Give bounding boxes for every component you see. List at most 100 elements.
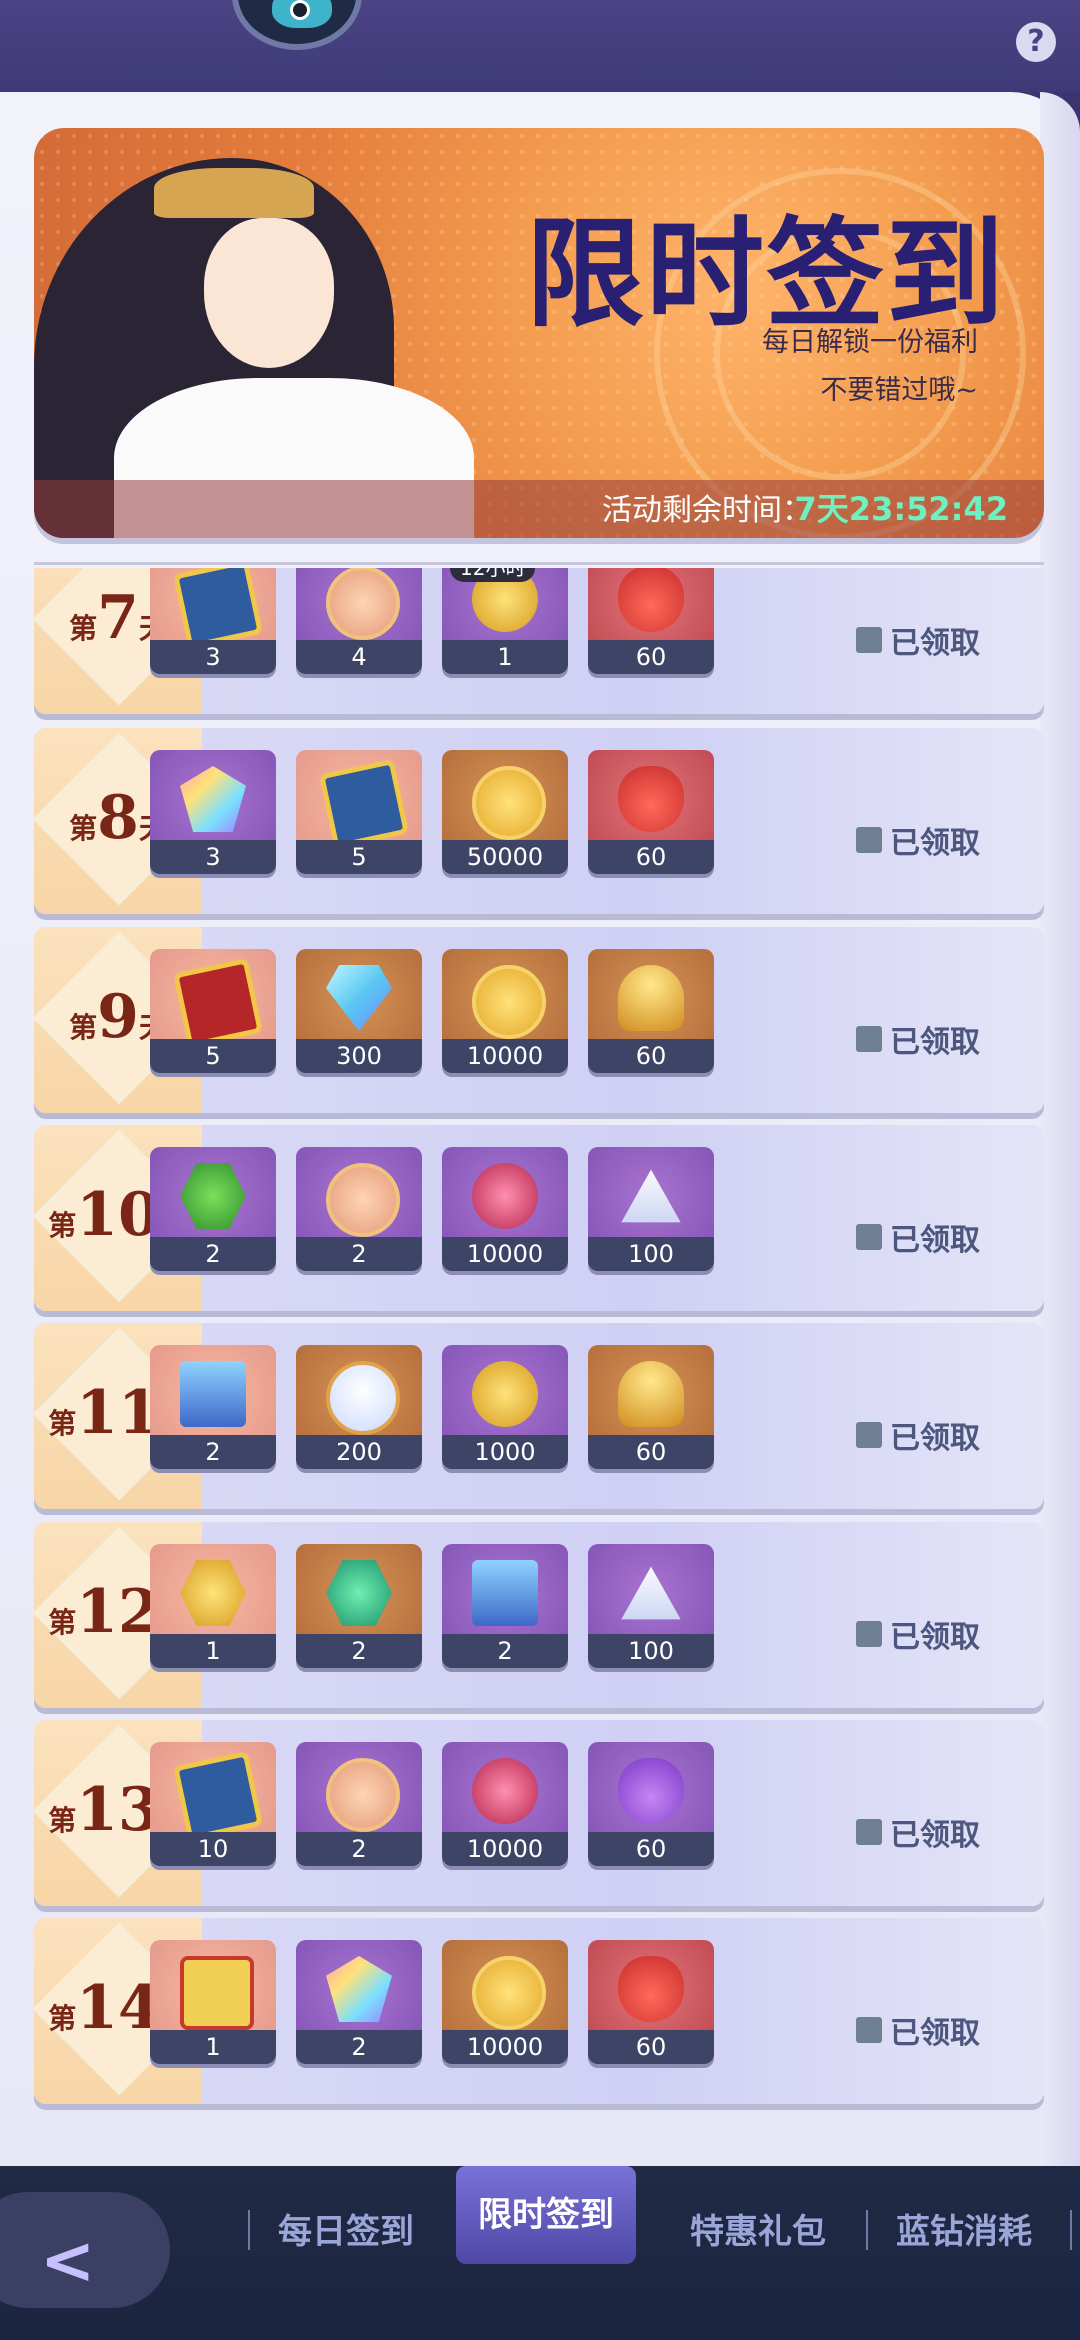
reward-item[interactable]: 300 xyxy=(296,949,422,1073)
crystal-icon xyxy=(326,1956,392,2022)
reward-quantity: 1 xyxy=(150,2030,276,2064)
claimed-status: 已领取 xyxy=(856,1810,980,1854)
reward-quantity: 2 xyxy=(296,1237,422,1271)
reward-row: 第13天1021000060已领取 xyxy=(34,1720,1044,1906)
coin-icon xyxy=(472,965,546,1039)
gem-bucket-icon xyxy=(472,1560,538,1626)
back-button[interactable]: < xyxy=(0,2192,170,2308)
reward-quantity: 50000 xyxy=(442,840,568,874)
reward-item[interactable]: 2 xyxy=(150,1147,276,1271)
reward-quantity: 100 xyxy=(588,1634,714,1668)
reward-item[interactable]: 4 xyxy=(296,568,422,674)
reward-quantity: 300 xyxy=(296,1039,422,1073)
reward-quantity: 2 xyxy=(150,1435,276,1469)
reward-item[interactable]: 1 xyxy=(150,1544,276,1668)
reward-item[interactable]: 3 xyxy=(150,750,276,874)
reward-item[interactable]: 2 xyxy=(296,1544,422,1668)
teal-hex-icon xyxy=(326,1560,392,1626)
potion-icon xyxy=(618,568,684,632)
claimed-label: 已领取 xyxy=(890,626,980,661)
reward-quantity: 60 xyxy=(588,640,714,674)
pink-orb-icon xyxy=(472,1163,538,1229)
reward-quantity: 1000 xyxy=(442,1435,568,1469)
checkbox-icon xyxy=(856,1819,882,1845)
reward-item[interactable]: 60 xyxy=(588,1742,714,1866)
reward-item[interactable]: 100 xyxy=(588,1147,714,1271)
snow-pile-icon xyxy=(621,1566,681,1620)
reward-item[interactable]: 12小时 1 xyxy=(442,568,568,674)
tab-limited-checkin[interactable]: 限时签到 xyxy=(456,2166,636,2264)
tab-daily-checkin[interactable]: 每日签到 xyxy=(278,2192,414,2272)
reward-quantity: 5 xyxy=(150,1039,276,1073)
upgrade-medal-icon xyxy=(326,1163,400,1237)
nav-separator xyxy=(248,2210,250,2250)
reward-quantity: 2 xyxy=(296,1634,422,1668)
gold-orb-icon xyxy=(618,1361,684,1427)
character-crown xyxy=(154,168,314,218)
checkbox-icon xyxy=(856,1422,882,1448)
reward-item[interactable]: 1000 xyxy=(442,1345,568,1469)
reward-item[interactable]: 60 xyxy=(588,750,714,874)
s-scroll-icon xyxy=(180,1956,254,2030)
checkbox-icon xyxy=(856,827,882,853)
reward-item[interactable]: 10000 xyxy=(442,1742,568,1866)
reward-item[interactable]: 60 xyxy=(588,949,714,1073)
gold-orb-icon xyxy=(618,965,684,1031)
reward-quantity: 1 xyxy=(442,640,568,674)
tab-special-packs[interactable]: 特惠礼包 xyxy=(690,2192,826,2272)
reward-quantity: 60 xyxy=(588,1832,714,1866)
reward-item[interactable]: 10 xyxy=(150,1742,276,1866)
claimed-label: 已领取 xyxy=(890,1421,980,1456)
reward-item[interactable]: 60 xyxy=(588,1345,714,1469)
reward-row: 第14天121000060已领取 xyxy=(34,1918,1044,2104)
reward-quantity: 2 xyxy=(296,2030,422,2064)
red-card-icon xyxy=(172,957,264,1049)
banner-subtitle-1: 每日解锁一份福利 xyxy=(762,327,978,358)
reward-item[interactable]: 200 xyxy=(296,1345,422,1469)
reward-quantity: 2 xyxy=(442,1634,568,1668)
reward-item[interactable]: 10000 xyxy=(442,949,568,1073)
reward-item[interactable]: 2 xyxy=(296,1742,422,1866)
reward-quantity: 60 xyxy=(588,1039,714,1073)
reward-row: 第9天53001000060已领取 xyxy=(34,927,1044,1113)
avatar[interactable] xyxy=(232,0,362,50)
reward-item[interactable]: 2 xyxy=(296,1940,422,2064)
reward-item[interactable]: 1 xyxy=(150,1940,276,2064)
banner-subtitle-2: 不要错过哦~ xyxy=(820,375,978,406)
help-icon[interactable]: ? xyxy=(1016,22,1056,62)
reward-item[interactable]: 3 xyxy=(150,568,276,674)
reward-quantity: 200 xyxy=(296,1435,422,1469)
reward-item[interactable]: 2 xyxy=(442,1544,568,1668)
reward-item[interactable]: 5 xyxy=(150,949,276,1073)
duration-tag: 12小时 xyxy=(450,568,536,582)
reward-quantity: 5 xyxy=(296,840,422,874)
reward-item[interactable]: 50000 xyxy=(442,750,568,874)
reward-item[interactable]: 100 xyxy=(588,1544,714,1668)
purple-potion-icon xyxy=(618,1758,684,1824)
checkbox-icon xyxy=(856,1224,882,1250)
reward-quantity: 2 xyxy=(150,1237,276,1271)
reward-list[interactable]: 第7天3412小时160已领取第8天355000060已领取第9天5300100… xyxy=(34,568,1044,2162)
reward-quantity: 60 xyxy=(588,840,714,874)
card-icon xyxy=(318,758,410,850)
claimed-status: 已领取 xyxy=(856,1215,980,1259)
reward-row: 第11天2200100060已领取 xyxy=(34,1323,1044,1509)
green-hex-icon xyxy=(180,1163,246,1229)
reward-row: 第7天3412小时160已领取 xyxy=(34,568,1044,714)
reward-item[interactable]: 10000 xyxy=(442,1940,568,2064)
checkbox-icon xyxy=(856,627,882,653)
reward-item[interactable]: 60 xyxy=(588,568,714,674)
reward-item[interactable]: 60 xyxy=(588,1940,714,2064)
reward-item[interactable]: 2 xyxy=(150,1345,276,1469)
reward-item[interactable]: 10000 xyxy=(442,1147,568,1271)
upgrade-medal-icon xyxy=(326,1758,400,1832)
claimed-label: 已领取 xyxy=(890,1025,980,1060)
avatar-eye-icon xyxy=(290,0,310,20)
reward-item[interactable]: 2 xyxy=(296,1147,422,1271)
countdown-value: 7天23:52:42 xyxy=(794,490,1008,528)
reward-row: 第8天355000060已领取 xyxy=(34,728,1044,914)
reward-item[interactable]: 5 xyxy=(296,750,422,874)
tab-blue-diamond[interactable]: 蓝钻消耗 xyxy=(896,2192,1032,2272)
claimed-label: 已领取 xyxy=(890,1223,980,1258)
reward-row: 第12天122100已领取 xyxy=(34,1522,1044,1708)
